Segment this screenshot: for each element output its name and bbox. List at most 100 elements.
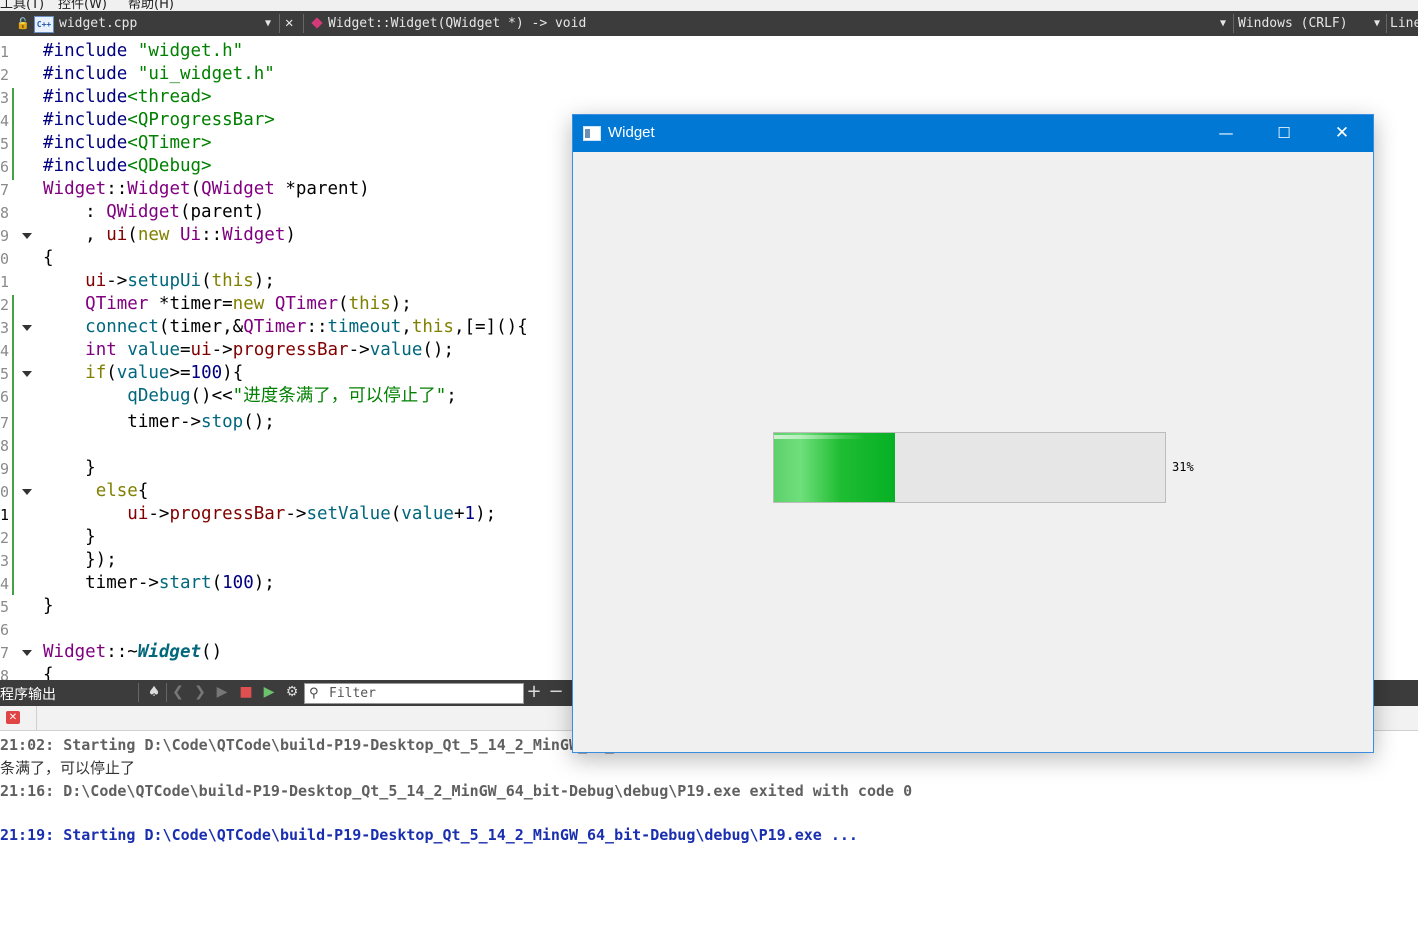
zoom-in-icon[interactable]: + [526, 683, 542, 701]
line-number: 0 [0, 483, 10, 501]
progress-percent-label: 31% [1172, 460, 1194, 474]
fold-arrow-icon[interactable] [22, 233, 32, 239]
close-document-icon[interactable]: ✕ [285, 11, 293, 36]
line-ending-selector[interactable]: Windows (CRLF) [1238, 11, 1348, 36]
code-line[interactable]: connect(timer,&QTimer::timeout,this,[=](… [43, 316, 528, 339]
settings-gear-icon[interactable]: ⚙ [284, 684, 300, 700]
output-filter-input[interactable]: ⚲ Filter [304, 683, 524, 704]
code-line[interactable]: QTimer *timer=new QTimer(this); [43, 293, 412, 316]
debug-run-icon[interactable]: ▶ [261, 684, 277, 700]
divider [166, 683, 167, 702]
code-line[interactable]: #include "widget.h" [43, 40, 243, 63]
window-title-bar[interactable]: Widget — ☐ ✕ [573, 115, 1373, 152]
window-title: Widget [608, 124, 655, 141]
line-number: 2 [0, 66, 10, 84]
fold-arrow-icon[interactable] [22, 371, 32, 377]
divider [279, 14, 280, 33]
code-line[interactable]: timer->start(100); [43, 572, 275, 595]
previous-item-icon[interactable]: ❮ [170, 684, 186, 700]
line-number: 2 [0, 529, 10, 547]
cursor-position-label[interactable]: Line [1390, 11, 1418, 36]
output-line: 21:19: Starting D:\Code\QTCode\build-P19… [0, 826, 858, 844]
code-line[interactable]: else{ [43, 480, 149, 503]
line-number: 6 [0, 621, 10, 639]
line-number: 7 [0, 181, 10, 199]
code-line[interactable]: Widget::~Widget() [43, 641, 222, 664]
menu-item-help[interactable]: 帮助(H) [128, 0, 174, 11]
code-line[interactable]: int value=ui->progressBar->value(); [43, 339, 454, 362]
code-line[interactable]: #include "ui_widget.h" [43, 63, 275, 86]
code-line[interactable]: #include<QDebug> [43, 155, 212, 178]
code-line[interactable]: timer->stop(); [43, 411, 275, 434]
code-line[interactable]: ui->setupUi(this); [43, 270, 275, 293]
code-line[interactable]: #include<QProgressBar> [43, 109, 275, 132]
line-number-current: 1 [0, 506, 10, 524]
application-output[interactable]: 21:02: Starting D:\Code\QTCode\build-P19… [0, 731, 1418, 940]
divider [1233, 14, 1234, 33]
line-number: 8 [0, 437, 10, 455]
code-line[interactable]: : QWidget(parent) [43, 201, 264, 224]
output-panel-title: 程序输出 [0, 687, 56, 703]
line-number: 3 [0, 319, 10, 337]
output-line: 条满了，可以停止了 [0, 759, 136, 777]
output-line: 21:16: D:\Code\QTCode\build-P19-Desktop_… [0, 782, 913, 800]
line-number: 7 [0, 644, 10, 662]
close-window-button[interactable]: ✕ [1319, 115, 1365, 152]
next-item-icon[interactable]: ❯ [192, 684, 208, 700]
line-number: 9 [0, 460, 10, 478]
progress-bar [773, 432, 1166, 503]
lock-icon: 🔓 [16, 17, 30, 30]
code-line[interactable]: qDebug()<<"进度条满了，可以停止了"; [43, 385, 457, 408]
code-line[interactable]: #include<thread> [43, 86, 212, 109]
minimize-button[interactable]: — [1203, 115, 1249, 152]
line-number: 5 [0, 598, 10, 616]
menu-item-widgets[interactable]: 控件(W) [58, 0, 107, 11]
line-number: 8 [0, 204, 10, 222]
fold-arrow-icon[interactable] [22, 650, 32, 656]
cpp-file-icon: C++ [34, 16, 54, 33]
line-number: 4 [0, 112, 10, 130]
line-number: 5 [0, 365, 10, 383]
symbol-dropdown-chevron-icon[interactable]: ▼ [1220, 11, 1226, 36]
line-number: 6 [0, 158, 10, 176]
divider [36, 706, 37, 730]
search-icon: ⚲ [309, 686, 319, 701]
function-symbol-icon [311, 17, 323, 29]
run-icon[interactable]: ▶ [214, 684, 230, 700]
code-line[interactable]: }); [43, 549, 117, 572]
line-number: 8 [0, 667, 10, 680]
line-ending-chevron-icon[interactable]: ▼ [1374, 11, 1380, 36]
divider [138, 683, 139, 702]
code-line[interactable]: #include<QTimer> [43, 132, 212, 155]
line-number: 3 [0, 89, 10, 107]
stop-icon[interactable]: ■ [238, 684, 254, 700]
line-number: 4 [0, 575, 10, 593]
code-line[interactable]: Widget::Widget(QWidget *parent) [43, 178, 370, 201]
code-line[interactable]: , ui(new Ui::Widget) [43, 224, 296, 247]
line-number: 3 [0, 552, 10, 570]
menu-item-tools[interactable]: 工具(T) [0, 0, 44, 11]
clear-output-icon[interactable]: ♠ [146, 684, 162, 700]
code-line[interactable]: ui->progressBar->setValue(value+1); [43, 503, 496, 526]
open-file-name[interactable]: widget.cpp [59, 11, 137, 36]
line-number: 1 [0, 43, 10, 61]
fold-arrow-icon[interactable] [22, 325, 32, 331]
line-number: 0 [0, 250, 10, 268]
function-signature[interactable]: Widget::Widget(QWidget *) -> void [328, 11, 586, 36]
code-line[interactable]: } [43, 457, 96, 480]
maximize-button[interactable]: ☐ [1261, 115, 1307, 152]
divider [303, 14, 304, 33]
window-app-icon [583, 126, 601, 141]
code-line[interactable]: if(value>=100){ [43, 362, 243, 385]
divider [1386, 14, 1387, 33]
file-dropdown-chevron-icon[interactable]: ▼ [265, 11, 271, 36]
filter-placeholder: Filter [329, 686, 376, 701]
fold-arrow-icon[interactable] [22, 489, 32, 495]
code-line[interactable]: { [43, 664, 54, 680]
close-tab-icon[interactable]: ✕ [6, 711, 20, 724]
zoom-out-icon[interactable]: − [548, 683, 564, 701]
widget-window: Widget — ☐ ✕ 31% [572, 114, 1374, 753]
code-line[interactable]: { [43, 247, 54, 270]
code-line[interactable]: } [43, 595, 54, 618]
code-line[interactable]: } [43, 526, 96, 549]
